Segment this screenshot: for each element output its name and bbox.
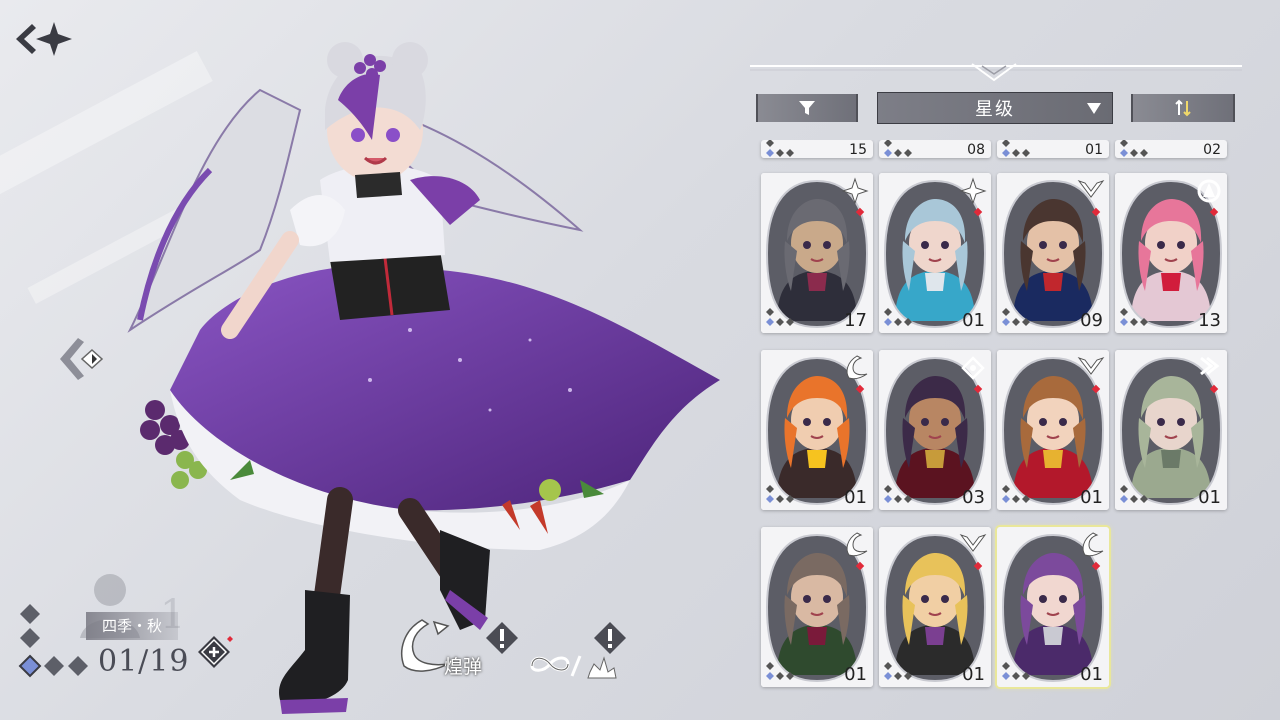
swoosh-icon <box>1082 532 1104 557</box>
card-level: 01 <box>1080 664 1103 685</box>
sort-dropdown[interactable]: 星级 <box>877 92 1113 124</box>
skill-name: 煌弹 <box>444 656 483 678</box>
rarity-diamonds-icon <box>766 662 794 680</box>
character-count: 01/19 <box>98 644 190 679</box>
character-card[interactable]: 01 <box>997 140 1109 158</box>
add-button[interactable] <box>196 632 236 672</box>
rarity-diamonds-icon <box>1002 140 1030 157</box>
triple-chevron-icon <box>1200 356 1220 376</box>
character-card[interactable]: 01 <box>879 173 991 333</box>
eye-diamond-icon <box>961 356 985 380</box>
rarity-diamonds-icon <box>1002 308 1030 326</box>
character-card[interactable]: 08 <box>879 140 991 158</box>
character-card[interactable]: 01 <box>997 350 1109 510</box>
swoosh-icon <box>846 532 868 557</box>
sort-label: 星级 <box>975 99 1015 120</box>
rarity-diamonds-icon <box>1120 308 1148 326</box>
previous-character-arrow[interactable] <box>58 336 108 382</box>
rarity-diamonds-icon <box>1002 662 1030 680</box>
card-level: 13 <box>1198 310 1221 331</box>
swoosh-icon <box>846 355 868 380</box>
character-card[interactable]: 01 <box>761 527 873 687</box>
spade-ring-icon <box>1197 179 1221 203</box>
skill-loop-flame-icon[interactable] <box>528 646 620 682</box>
star-burst-icon <box>959 177 987 205</box>
character-card[interactable]: 01 <box>995 525 1111 689</box>
panel-divider <box>750 63 1242 82</box>
rarity-diamonds-icon <box>884 140 912 157</box>
character-card[interactable]: 02 <box>1115 140 1227 158</box>
rarity-diamonds-icon <box>884 485 912 503</box>
card-level: 03 <box>962 487 985 508</box>
card-level: 01 <box>962 310 985 331</box>
rarity-diamonds-icon <box>884 308 912 326</box>
character-card[interactable]: 01 <box>879 527 991 687</box>
rarity-diamonds-icon <box>1120 140 1148 157</box>
rarity-diamonds-icon <box>766 140 794 157</box>
character-card[interactable]: 17 <box>761 173 873 333</box>
card-level: 01 <box>844 664 867 685</box>
card-level: 01 <box>1198 487 1221 508</box>
card-level: 09 <box>1080 310 1103 331</box>
star-burst-icon <box>841 177 869 205</box>
rarity-diamonds-icon <box>884 662 912 680</box>
character-card[interactable]: 03 <box>879 350 991 510</box>
rarity-diamonds-icon <box>1002 485 1030 503</box>
character-card[interactable]: 01 <box>761 350 873 510</box>
wings-icon <box>1077 357 1105 375</box>
character-card[interactable]: 09 <box>997 173 1109 333</box>
alert-icon[interactable] <box>484 620 520 656</box>
chevron-down-icon <box>1087 103 1101 114</box>
card-level: 01 <box>1085 142 1103 158</box>
character-grid: 15 08 01 02 17 01 09 13 01 03 01 01 01 0… <box>756 140 1236 720</box>
filter-sort-bar: 星级 <box>756 92 1236 124</box>
back-button[interactable] <box>14 20 76 58</box>
wings-icon <box>959 534 987 552</box>
rarity-diamonds-icon <box>766 485 794 503</box>
card-level: 08 <box>967 142 985 158</box>
funnel-icon <box>799 101 815 115</box>
filter-button[interactable] <box>756 94 858 122</box>
sort-order-button[interactable] <box>1131 94 1235 122</box>
card-level: 02 <box>1203 142 1221 158</box>
sort-arrows-icon <box>1175 99 1191 117</box>
character-card[interactable]: 01 <box>1115 350 1227 510</box>
card-level: 01 <box>962 664 985 685</box>
rarity-diamonds-icon <box>1120 485 1148 503</box>
card-level: 15 <box>849 142 867 158</box>
character-card[interactable]: 15 <box>761 140 873 158</box>
character-name: 四季・秋 <box>86 612 178 640</box>
wings-icon <box>1077 180 1105 198</box>
card-level: 17 <box>844 310 867 331</box>
character-card[interactable]: 13 <box>1115 173 1227 333</box>
rarity-diamonds-icon <box>766 308 794 326</box>
card-level: 01 <box>1080 487 1103 508</box>
card-level: 01 <box>844 487 867 508</box>
